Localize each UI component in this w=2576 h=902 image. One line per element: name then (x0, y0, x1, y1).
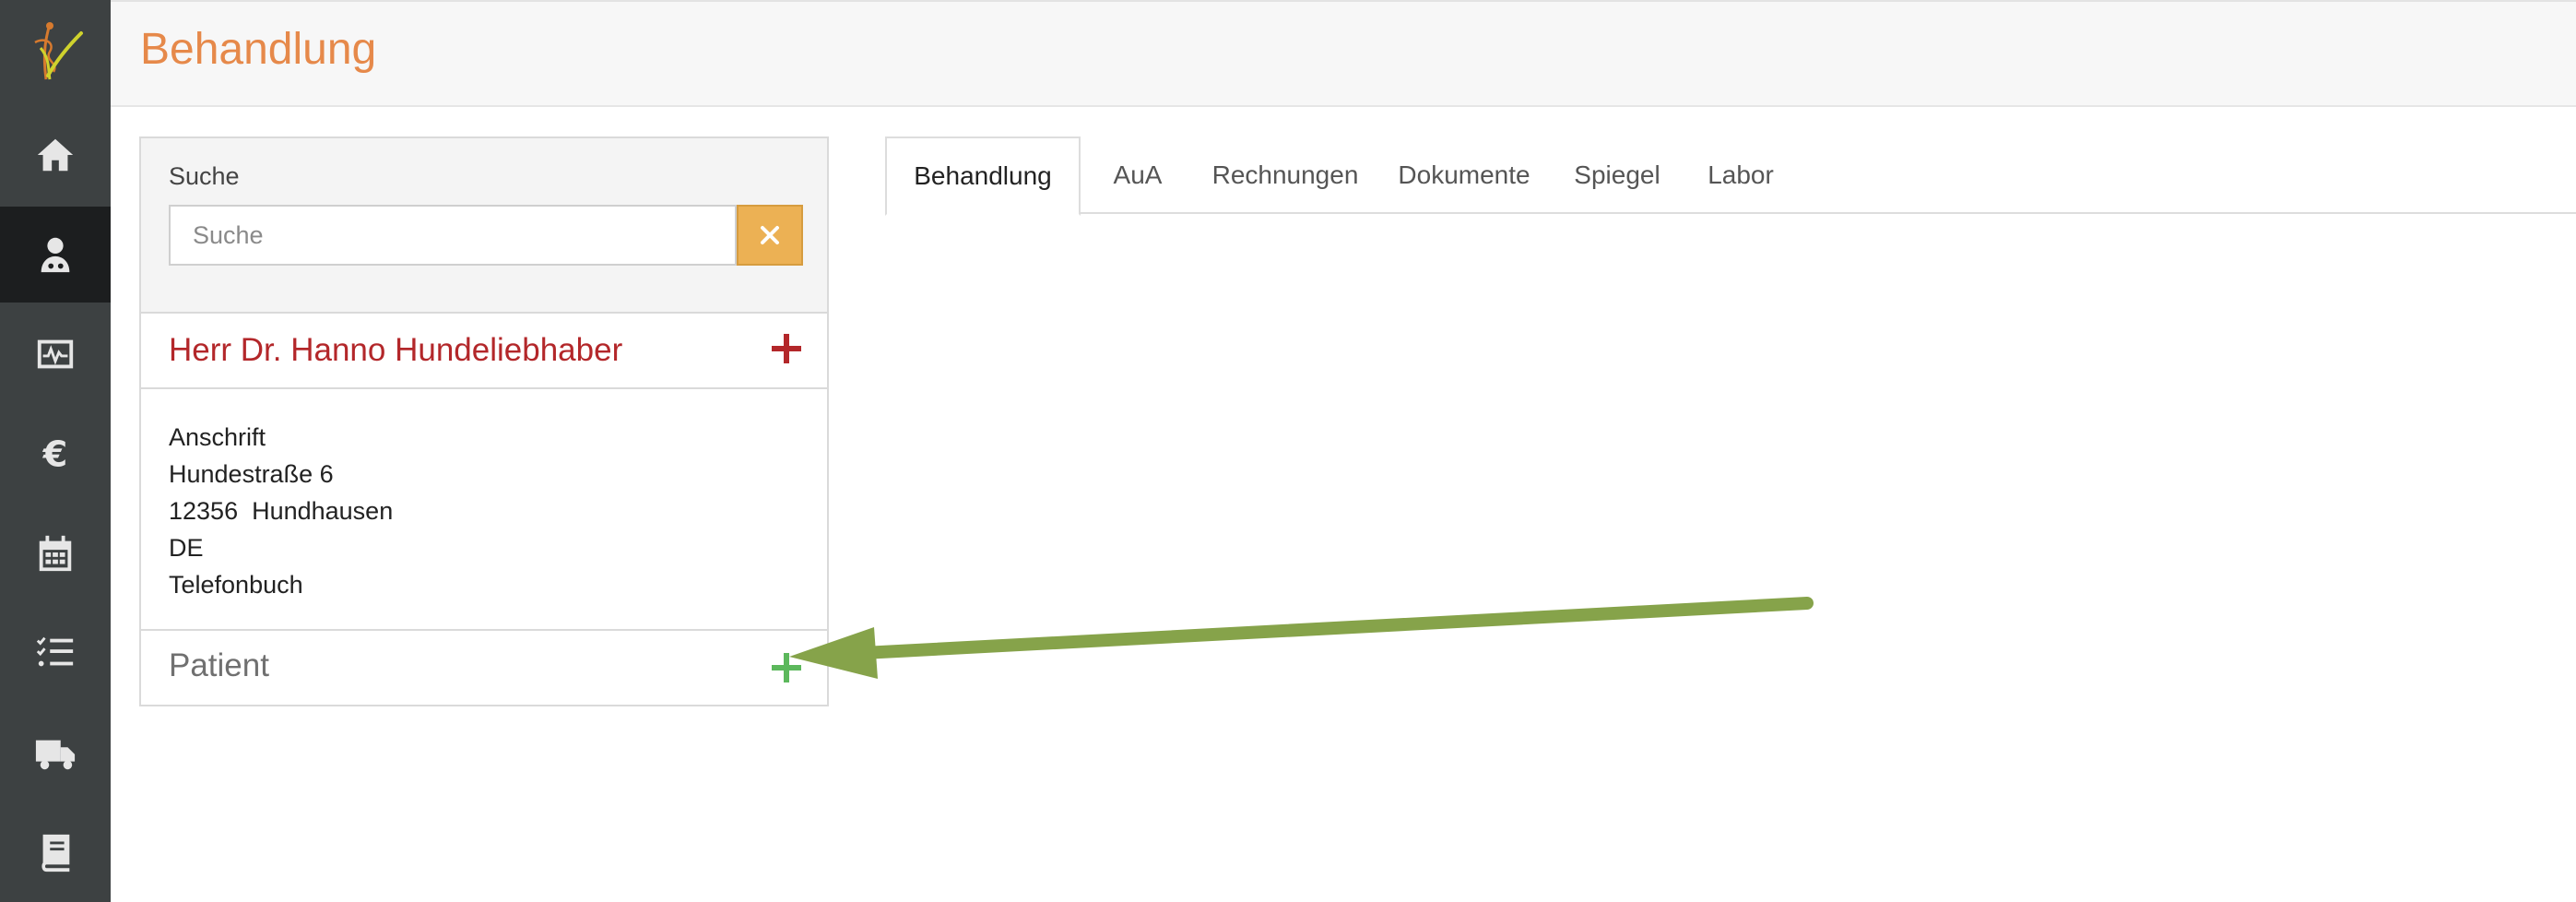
nav-billing[interactable]: € (0, 406, 111, 502)
address-city: 12356 Hundhausen (169, 497, 394, 525)
home-icon (37, 138, 74, 172)
plus-icon (772, 653, 801, 682)
search-label: Suche (169, 162, 240, 190)
truck-icon (35, 740, 76, 770)
calendar-icon (39, 535, 72, 572)
nav-treatment[interactable] (0, 207, 111, 303)
phone-book-link[interactable]: Telefonbuch (169, 566, 393, 603)
page-title: Behandlung (140, 25, 377, 74)
patient-label: Patient (169, 647, 269, 683)
client-panel: Suche Herr Dr. Hanno Hundeliebhaber Ansc… (139, 136, 829, 706)
tab-aua[interactable]: AuA (1081, 136, 1195, 214)
owner-name[interactable]: Herr Dr. Hanno Hundeliebhaber (169, 332, 622, 369)
nav-library[interactable] (0, 804, 111, 900)
euro-icon: € (42, 433, 68, 475)
tab-spiegel[interactable]: Spiegel (1553, 136, 1682, 214)
nav-delivery[interactable] (0, 705, 111, 801)
add-patient-button[interactable] (768, 649, 805, 686)
address-heading: Anschrift (169, 423, 266, 451)
address-country: DE (169, 534, 204, 562)
checklist-icon (36, 636, 74, 667)
clear-search-button[interactable] (737, 205, 803, 266)
nav-calendar[interactable] (0, 505, 111, 601)
tab-dokumente[interactable]: Dokumente (1376, 136, 1553, 214)
search-area: Suche (141, 138, 827, 314)
nav-monitor[interactable] (0, 306, 111, 402)
owner-address: Anschrift Hundestraße 6 12356 Hundhausen… (169, 419, 393, 603)
nav-home[interactable] (0, 107, 111, 203)
tab-rechnungen[interactable]: Rechnungen (1195, 136, 1376, 214)
svg-text:€: € (42, 433, 68, 475)
tab-labor[interactable]: Labor (1682, 136, 1800, 214)
page-header: Behandlung (111, 0, 2576, 107)
plus-icon (772, 334, 801, 363)
caduceus-logo-icon[interactable] (0, 0, 111, 103)
search-input[interactable] (169, 205, 737, 266)
tab-behandlung[interactable]: Behandlung (885, 136, 1081, 216)
add-owner-button[interactable] (768, 330, 805, 367)
monitor-chart-icon (37, 339, 74, 369)
tab-bar: Behandlung AuA Rechnungen Dokumente Spie… (885, 136, 2576, 216)
nav-tasks[interactable] (0, 605, 111, 701)
sidebar: € (0, 0, 111, 902)
close-icon (761, 226, 779, 244)
address-street: Hundestraße 6 (169, 460, 334, 488)
patient-row: Patient (141, 629, 827, 705)
book-icon (41, 834, 70, 872)
owner-row[interactable]: Herr Dr. Hanno Hundeliebhaber (141, 314, 827, 389)
user-doctor-icon (41, 237, 70, 273)
